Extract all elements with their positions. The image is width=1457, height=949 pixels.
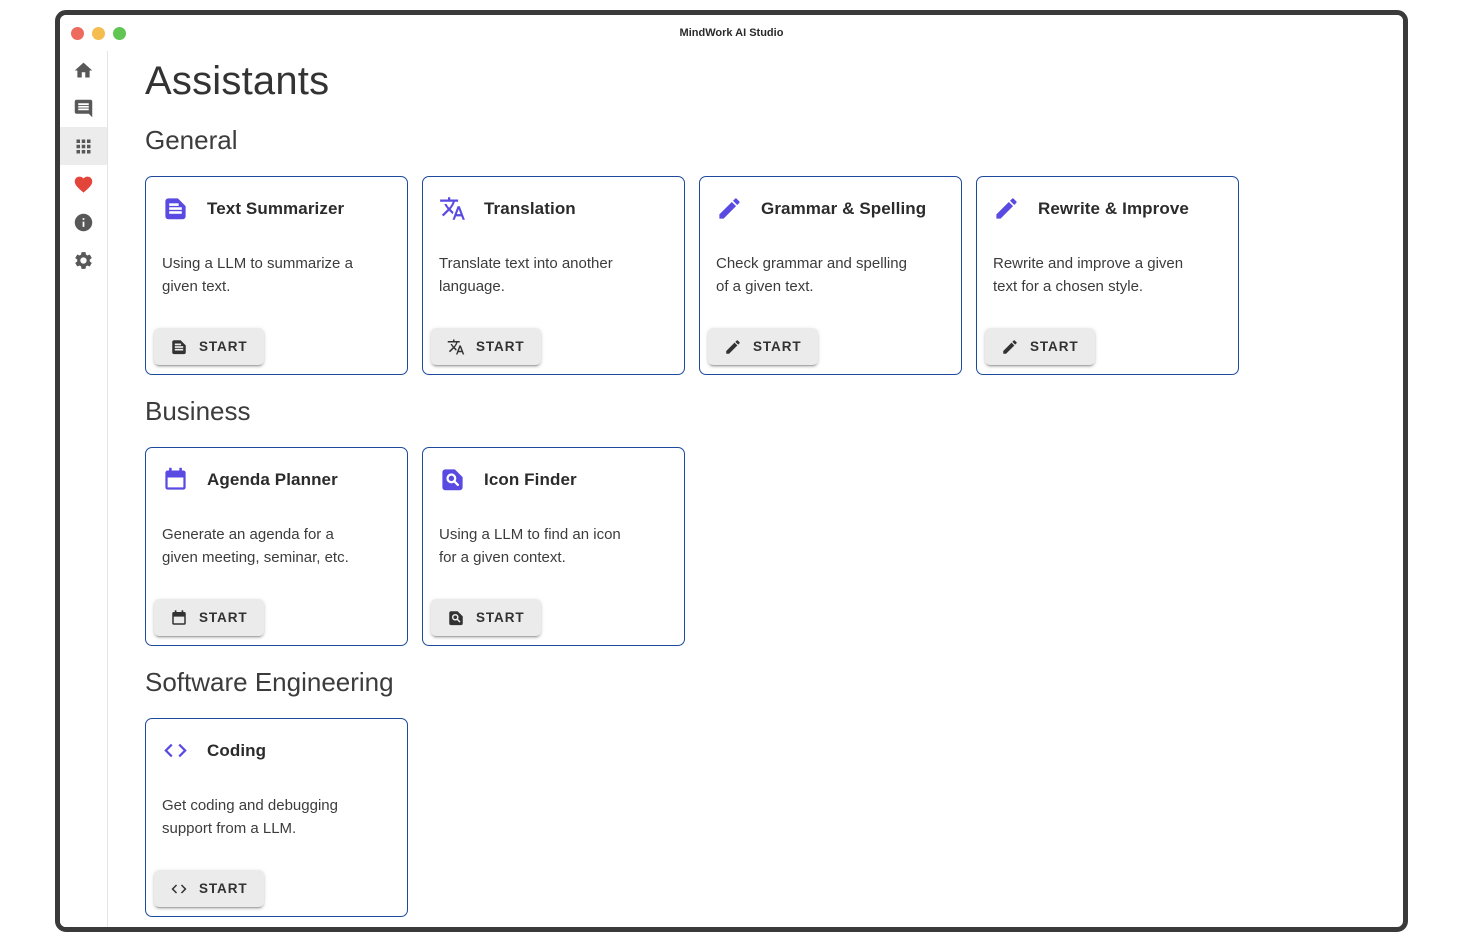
- section-heading: Business: [145, 396, 1383, 427]
- start-button[interactable]: START: [154, 328, 264, 365]
- start-button[interactable]: START: [154, 870, 264, 907]
- start-button[interactable]: START: [431, 328, 541, 365]
- card-title: Icon Finder: [484, 470, 577, 490]
- zoom-button[interactable]: [113, 27, 126, 40]
- translate-icon: [447, 338, 465, 356]
- main-content: Assistants General Text Summarizer Using…: [108, 51, 1403, 927]
- traffic-lights: [71, 27, 126, 40]
- pencil-icon: [724, 338, 742, 356]
- titlebar[interactable]: MindWork AI Studio: [60, 15, 1403, 51]
- app-window: MindWork AI Studio Assistants General Te…: [55, 10, 1408, 932]
- assistant-card: Text Summarizer Using a LLM to summarize…: [145, 176, 408, 375]
- section-heading: General: [145, 125, 1383, 156]
- card-row: Agenda Planner Generate an agenda for a …: [145, 447, 1383, 646]
- card-title: Translation: [484, 199, 576, 219]
- gear-icon: [73, 250, 94, 271]
- card-row: Text Summarizer Using a LLM to summarize…: [145, 176, 1383, 375]
- desktop-background: MindWork AI Studio Assistants General Te…: [0, 0, 1457, 949]
- card-title: Coding: [207, 741, 266, 761]
- assistant-card: Coding Get coding and debugging support …: [145, 718, 408, 917]
- pencil-icon: [1001, 338, 1019, 356]
- calendar-icon: [170, 609, 188, 627]
- start-button-label: START: [199, 610, 248, 625]
- sidebar-item-assistants[interactable]: [60, 127, 107, 165]
- sidebar-item-home[interactable]: [60, 51, 107, 89]
- minimize-button[interactable]: [92, 27, 105, 40]
- start-button-label: START: [199, 881, 248, 896]
- card-header: Agenda Planner: [162, 466, 391, 493]
- icon-search-icon: [447, 609, 465, 627]
- page-title: Assistants: [145, 59, 1383, 104]
- assistant-card: Translation Translate text into another …: [422, 176, 685, 375]
- assistant-card: Grammar & Spelling Check grammar and spe…: [699, 176, 962, 375]
- sidebar-item-favorites[interactable]: [60, 165, 107, 203]
- translate-icon: [439, 195, 466, 222]
- code-icon: [170, 880, 188, 898]
- calendar-icon: [162, 466, 189, 493]
- start-button[interactable]: START: [154, 599, 264, 636]
- assistant-card: Icon Finder Using a LLM to find an icon …: [422, 447, 685, 646]
- card-description: Rewrite and improve a given text for a c…: [993, 253, 1195, 298]
- code-icon: [162, 737, 189, 764]
- start-button[interactable]: START: [985, 328, 1095, 365]
- pencil-icon: [993, 195, 1020, 222]
- card-header: Text Summarizer: [162, 195, 391, 222]
- card-title: Text Summarizer: [207, 199, 344, 219]
- section-heading: Software Engineering: [145, 667, 1383, 698]
- start-button-label: START: [476, 339, 525, 354]
- card-description: Get coding and debugging support from a …: [162, 795, 364, 840]
- heart-icon: [73, 174, 94, 195]
- sidebar-item-chats[interactable]: [60, 89, 107, 127]
- pencil-icon: [716, 195, 743, 222]
- assistant-card: Agenda Planner Generate an agenda for a …: [145, 447, 408, 646]
- assistant-section: Software Engineering Coding Get coding a…: [145, 667, 1383, 917]
- start-button-label: START: [753, 339, 802, 354]
- sidebar: [60, 51, 108, 927]
- card-description: Generate an agenda for a given meeting, …: [162, 524, 364, 569]
- card-description: Check grammar and spelling of a given te…: [716, 253, 918, 298]
- close-button[interactable]: [71, 27, 84, 40]
- start-button[interactable]: START: [431, 599, 541, 636]
- assistant-section: General Text Summarizer Using a LLM to s…: [145, 125, 1383, 375]
- info-icon: [73, 212, 94, 233]
- assistant-section: Business Agenda Planner Generate an agen…: [145, 396, 1383, 646]
- home-icon: [73, 60, 94, 81]
- icon-search-icon: [439, 466, 466, 493]
- start-button-label: START: [1030, 339, 1079, 354]
- document-icon: [162, 195, 189, 222]
- card-header: Rewrite & Improve: [993, 195, 1222, 222]
- card-description: Using a LLM to find an icon for a given …: [439, 524, 641, 569]
- card-description: Translate text into another language.: [439, 253, 641, 298]
- card-description: Using a LLM to summarize a given text.: [162, 253, 364, 298]
- window-title: MindWork AI Studio: [680, 27, 784, 39]
- card-title: Agenda Planner: [207, 470, 338, 490]
- card-title: Rewrite & Improve: [1038, 199, 1189, 219]
- card-header: Coding: [162, 737, 391, 764]
- chat-icon: [73, 98, 94, 119]
- apps-grid-icon: [73, 136, 94, 157]
- sidebar-item-about[interactable]: [60, 203, 107, 241]
- start-button[interactable]: START: [708, 328, 818, 365]
- card-title: Grammar & Spelling: [761, 199, 926, 219]
- card-row: Coding Get coding and debugging support …: [145, 718, 1383, 917]
- card-header: Icon Finder: [439, 466, 668, 493]
- card-header: Translation: [439, 195, 668, 222]
- sidebar-item-settings[interactable]: [60, 241, 107, 279]
- card-header: Grammar & Spelling: [716, 195, 945, 222]
- start-button-label: START: [476, 610, 525, 625]
- assistant-card: Rewrite & Improve Rewrite and improve a …: [976, 176, 1239, 375]
- document-icon: [170, 338, 188, 356]
- start-button-label: START: [199, 339, 248, 354]
